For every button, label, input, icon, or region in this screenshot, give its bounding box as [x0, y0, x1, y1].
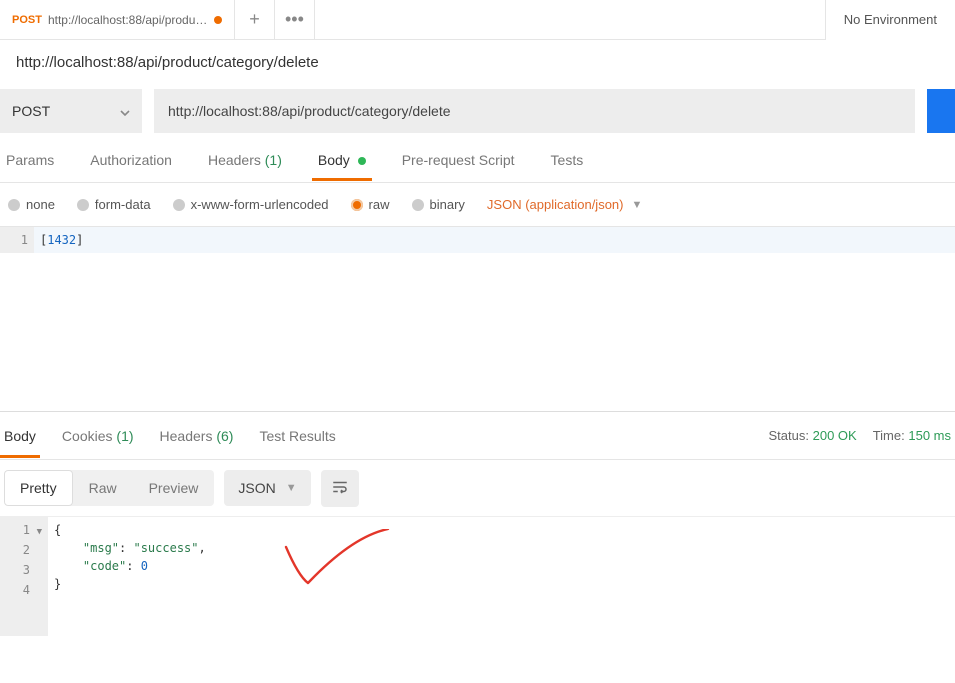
wrap-lines-button[interactable] — [321, 470, 359, 507]
tab-method: POST — [12, 14, 42, 26]
format-dropdown[interactable]: JSON ▼ — [224, 470, 310, 506]
time-value: 150 ms — [908, 428, 951, 443]
cookies-count: (1) — [116, 428, 133, 444]
response-status-bar: Status: 200 OK Time: 150 ms — [769, 428, 951, 443]
environment-selector[interactable]: No Environment — [825, 0, 955, 40]
ellipsis-icon: ••• — [285, 9, 304, 30]
body-type-raw[interactable]: raw — [351, 197, 390, 212]
method-dropdown[interactable]: POST — [0, 89, 142, 133]
body-type-xwww[interactable]: x-www-form-urlencoded — [173, 197, 329, 212]
request-subtabs: Params Authorization Headers (1) Body Pr… — [0, 139, 955, 183]
tab-label: http://localhost:88/api/product/ — [48, 13, 208, 27]
status-value: 200 OK — [813, 428, 857, 443]
resp-line-gutter: 1▼ 2 3 4 — [0, 517, 48, 636]
caret-down-icon — [120, 103, 130, 119]
resp-tab-body[interactable]: Body — [4, 428, 36, 444]
resp-headers-count: (6) — [216, 428, 233, 444]
tab-params[interactable]: Params — [4, 142, 56, 180]
response-body-editor[interactable]: 1▼ 2 3 4 { "msg": "success", "code": 0 } — [0, 516, 955, 636]
request-body-editor[interactable]: 1 [1432] — [0, 227, 955, 412]
radio-dot-icon — [8, 199, 20, 211]
tab-tests[interactable]: Tests — [549, 142, 586, 180]
view-preview[interactable]: Preview — [133, 470, 215, 506]
send-button[interactable] — [927, 89, 955, 133]
view-segment: Pretty Raw Preview — [4, 470, 214, 506]
caret-down-icon: ▼ — [286, 482, 297, 494]
content-type-value: JSON (application/json) — [487, 197, 624, 212]
plus-icon: + — [249, 9, 260, 30]
url-input[interactable]: http://localhost:88/api/product/category… — [154, 89, 915, 133]
tab-body[interactable]: Body — [316, 142, 368, 180]
body-type-none[interactable]: none — [8, 197, 55, 212]
format-value: JSON — [238, 480, 275, 496]
tab-menu-button[interactable]: ••• — [275, 0, 315, 40]
headers-count: (1) — [265, 152, 282, 168]
request-tab[interactable]: POST http://localhost:88/api/product/ — [0, 0, 235, 40]
status-label: Status: — [769, 428, 809, 443]
body-type-row: none form-data x-www-form-urlencoded raw… — [0, 183, 955, 227]
radio-dot-selected-icon — [351, 199, 363, 211]
environment-label: No Environment — [844, 12, 937, 27]
time-label: Time: — [873, 428, 905, 443]
response-toolbar: Pretty Raw Preview JSON ▼ — [0, 460, 955, 516]
app-tabbar: POST http://localhost:88/api/product/ + … — [0, 0, 955, 40]
view-raw[interactable]: Raw — [73, 470, 133, 506]
view-pretty[interactable]: Pretty — [4, 470, 73, 506]
body-type-formdata[interactable]: form-data — [77, 197, 151, 212]
request-body-code[interactable]: [1432] — [34, 227, 955, 253]
tab-authorization[interactable]: Authorization — [88, 142, 174, 180]
radio-dot-icon — [412, 199, 424, 211]
new-tab-button[interactable]: + — [235, 0, 275, 40]
radio-dot-icon — [173, 199, 185, 211]
tab-prerequest[interactable]: Pre-request Script — [400, 142, 517, 180]
line-gutter: 1 — [0, 227, 34, 253]
resp-tab-headers[interactable]: Headers (6) — [160, 428, 234, 444]
resp-tab-cookies[interactable]: Cookies (1) — [62, 428, 134, 444]
radio-dot-icon — [77, 199, 89, 211]
url-value: http://localhost:88/api/product/category… — [168, 103, 451, 119]
wrap-icon — [331, 478, 349, 496]
body-content-type-dropdown[interactable]: JSON (application/json) ▼ — [487, 197, 642, 212]
caret-down-icon: ▼ — [631, 199, 642, 211]
request-row: POST http://localhost:88/api/product/cat… — [0, 83, 955, 139]
unsaved-indicator-icon — [214, 16, 222, 24]
body-indicator-icon — [358, 157, 366, 165]
response-body-code[interactable]: { "msg": "success", "code": 0 } — [48, 517, 955, 636]
fold-caret-icon[interactable]: ▼ — [32, 523, 42, 541]
resp-tab-testresults[interactable]: Test Results — [259, 428, 335, 444]
body-type-binary[interactable]: binary — [412, 197, 465, 212]
method-value: POST — [12, 103, 50, 119]
response-subtabs: Body Cookies (1) Headers (6) Test Result… — [0, 412, 955, 460]
tab-headers[interactable]: Headers (1) — [206, 142, 284, 180]
request-title: http://localhost:88/api/product/category… — [0, 40, 955, 83]
